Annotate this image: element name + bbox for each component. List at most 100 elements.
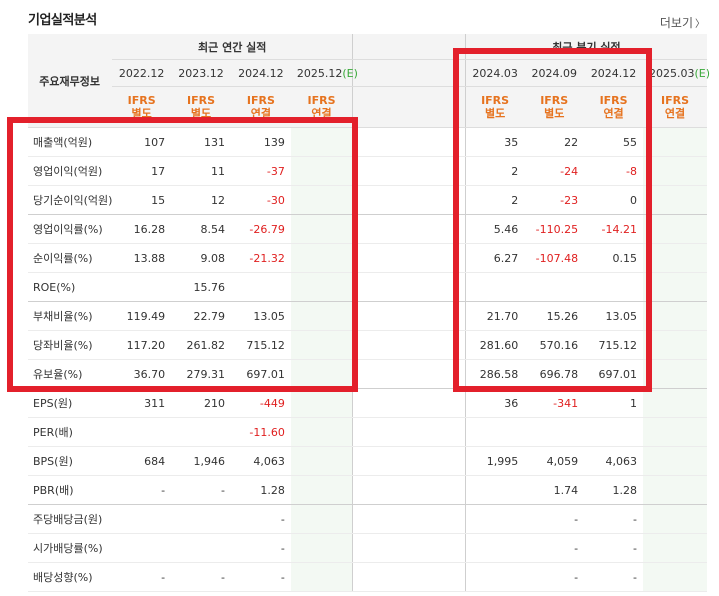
quarterly-ifrs-1: IFRS 별도 <box>524 86 585 128</box>
quarterly-value: 286.58 <box>464 359 525 389</box>
quarterly-value: 1 <box>584 388 643 418</box>
annual-value <box>230 272 291 302</box>
table-row: 매출액(억원) 107 131 139 35 22 55 <box>28 127 707 157</box>
row-label: 영업이익률(%) <box>28 214 113 244</box>
annual-value: 15.76 <box>171 272 231 302</box>
spacer <box>352 127 466 157</box>
annual-value: -21.32 <box>230 243 291 273</box>
row-label: EPS(원) <box>28 388 113 418</box>
annual-value <box>290 127 354 157</box>
row-label: PER(배) <box>28 417 113 447</box>
annual-value: 117.20 <box>112 330 172 360</box>
annual-value: 261.82 <box>171 330 231 360</box>
quarterly-value <box>464 533 525 563</box>
quarterly-value <box>643 185 707 215</box>
annual-value: 119.49 <box>112 301 172 331</box>
quarterly-value: 4,063 <box>584 446 643 476</box>
annual-value <box>290 272 354 302</box>
period-label: 2024.09 <box>531 66 577 80</box>
spacer <box>352 34 466 60</box>
quarterly-value <box>643 504 707 534</box>
spacer <box>352 562 466 592</box>
spacer <box>352 301 466 331</box>
table-row: 부채비율(%) 119.49 22.79 13.05 21.70 15.26 13.05 <box>28 301 707 331</box>
annual-value: 12 <box>171 185 231 215</box>
spacer <box>352 533 466 563</box>
annual-value <box>290 214 354 244</box>
annual-value: 13.88 <box>112 243 172 273</box>
row-label: BPS(원) <box>28 446 113 476</box>
annual-value <box>112 533 172 563</box>
table-row: PER(배) -11.60 <box>28 417 707 447</box>
annual-ifrs-3: IFRS 연결 <box>290 86 354 128</box>
annual-value: - <box>230 562 291 592</box>
annual-value <box>112 504 172 534</box>
annual-value: 8.54 <box>171 214 231 244</box>
quarterly-value: 697.01 <box>584 359 643 389</box>
annual-value: - <box>171 475 231 505</box>
annual-value: 1.28 <box>230 475 291 505</box>
more-label: 더보기 <box>659 16 693 30</box>
annual-value <box>290 301 354 331</box>
annual-value: 4,063 <box>230 446 291 476</box>
quarterly-value: - <box>584 504 643 534</box>
annual-period-2: 2024.12 <box>230 59 291 87</box>
quarterly-value <box>643 272 707 302</box>
annual-value <box>171 504 231 534</box>
spacer <box>352 156 466 186</box>
annual-value: -11.60 <box>230 417 291 447</box>
quarterly-value <box>464 272 525 302</box>
quarterly-value: 1.28 <box>584 475 643 505</box>
annual-ifrs-1: IFRS 별도 <box>171 86 231 128</box>
annual-value: 1,946 <box>171 446 231 476</box>
period-label: 2024.12 <box>590 66 637 80</box>
annual-value: 311 <box>112 388 172 418</box>
quarterly-value: -107.48 <box>524 243 585 273</box>
row-label: 주당배당금(원) <box>28 504 113 534</box>
spacer <box>352 504 466 534</box>
annual-value: 17 <box>112 156 172 186</box>
quarterly-value: 696.78 <box>524 359 585 389</box>
quarterly-value: 4,059 <box>524 446 585 476</box>
quarterly-value: 281.60 <box>464 330 525 360</box>
quarterly-value <box>643 156 707 186</box>
annual-value: -37 <box>230 156 291 186</box>
table-row: EPS(원) 311 210 -449 36 -341 1 <box>28 388 707 418</box>
annual-value: 15 <box>112 185 172 215</box>
quarterly-value: 55 <box>584 127 643 157</box>
annual-value <box>112 417 172 447</box>
quarterly-value <box>643 243 707 273</box>
period-label: 2022.12 <box>118 66 165 80</box>
spacer <box>352 59 466 87</box>
spacer <box>352 214 466 244</box>
quarterly-value: 715.12 <box>584 330 643 360</box>
annual-value: 11 <box>171 156 231 186</box>
quarterly-value: - <box>524 562 585 592</box>
quarterly-value: -341 <box>524 388 585 418</box>
quarterly-value <box>464 417 525 447</box>
annual-value: -26.79 <box>230 214 291 244</box>
row-label: PBR(배) <box>28 475 113 505</box>
period-label: 2023.12 <box>178 66 224 80</box>
row-label: 순이익률(%) <box>28 243 113 273</box>
quarterly-value: 2 <box>464 185 525 215</box>
quarterly-value: 36 <box>464 388 525 418</box>
annual-value <box>290 388 354 418</box>
annual-value <box>290 359 354 389</box>
quarterly-value: 1.74 <box>524 475 585 505</box>
row-label: 매출액(억원) <box>28 127 113 157</box>
more-link[interactable]: 더보기 〉 <box>660 14 705 31</box>
annual-value: - <box>112 475 172 505</box>
quarterly-value <box>584 417 643 447</box>
spacer <box>352 272 466 302</box>
annual-value <box>290 185 354 215</box>
annual-value: 139 <box>230 127 291 157</box>
table-row: BPS(원) 684 1,946 4,063 1,995 4,059 4,063 <box>28 446 707 476</box>
table-row: 당기순이익(억원) 15 12 -30 2 -23 0 <box>28 185 707 215</box>
quarterly-value: 5.46 <box>464 214 525 244</box>
quarterly-value <box>643 388 707 418</box>
row-label: 당기순이익(억원) <box>28 185 112 215</box>
spacer <box>352 388 466 418</box>
annual-ifrs-2: IFRS 연결 <box>230 86 291 128</box>
estimate-mark: (E) <box>342 66 358 80</box>
